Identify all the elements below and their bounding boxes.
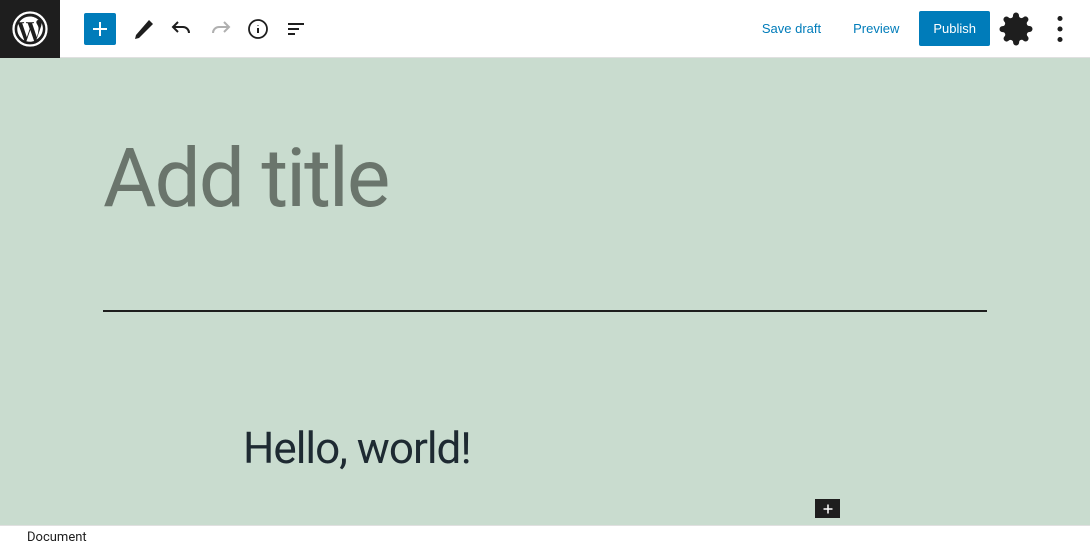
list-view-icon: [284, 17, 308, 41]
add-block-button[interactable]: [84, 13, 116, 45]
breadcrumb-document[interactable]: Document: [27, 530, 87, 545]
more-options-button[interactable]: [1042, 11, 1078, 47]
editor-canvas[interactable]: Add title Hello, world!: [0, 58, 1090, 525]
info-icon: [246, 17, 270, 41]
details-button[interactable]: [240, 11, 276, 47]
tools-button[interactable]: [126, 11, 162, 47]
paragraph-block[interactable]: Hello, world!: [243, 422, 987, 474]
post-title-input[interactable]: Add title: [103, 138, 987, 220]
kebab-icon: [1042, 11, 1078, 47]
pencil-icon: [132, 17, 156, 41]
toolbar-right-group: Save draft Preview Publish: [750, 11, 1090, 47]
redo-button[interactable]: [202, 11, 238, 47]
undo-button[interactable]: [164, 11, 200, 47]
wordpress-logo-button[interactable]: [0, 0, 60, 58]
plus-icon: [88, 17, 112, 41]
editor-toolbar: Save draft Preview Publish: [0, 0, 1090, 58]
settings-button[interactable]: [998, 11, 1034, 47]
plus-icon: [819, 500, 837, 518]
undo-icon: [170, 17, 194, 41]
gear-icon: [998, 11, 1034, 47]
redo-icon: [208, 17, 232, 41]
block-breadcrumb: Document: [0, 525, 1090, 548]
wordpress-icon: [12, 11, 48, 47]
separator-block[interactable]: [103, 310, 987, 312]
toolbar-left-group: [0, 0, 314, 57]
preview-button[interactable]: Preview: [841, 13, 911, 44]
save-draft-button[interactable]: Save draft: [750, 13, 833, 44]
publish-button[interactable]: Publish: [919, 11, 990, 46]
content-wrapper: Add title Hello, world!: [95, 138, 995, 474]
outline-button[interactable]: [278, 11, 314, 47]
floating-add-block-button[interactable]: [815, 499, 840, 518]
